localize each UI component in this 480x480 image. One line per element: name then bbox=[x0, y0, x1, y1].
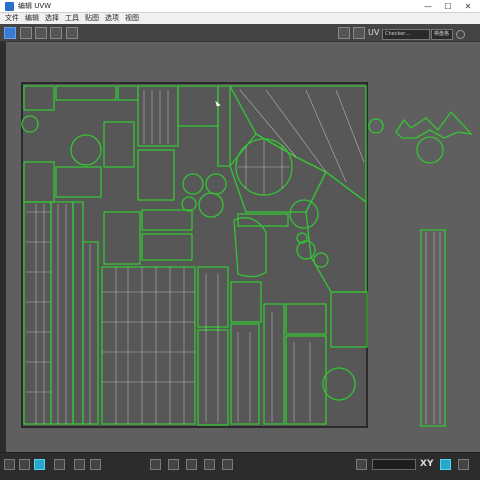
bottom-toolbar: XY bbox=[0, 452, 480, 480]
map-select-dropdown[interactable]: 棋盘格 bbox=[431, 29, 453, 40]
menu-tools[interactable]: 工具 bbox=[65, 13, 79, 24]
uv-channel-label: UV bbox=[368, 28, 380, 37]
element-mode-icon[interactable] bbox=[54, 459, 65, 470]
snap-grid-icon[interactable] bbox=[338, 27, 350, 39]
vertex-mode-icon[interactable] bbox=[4, 459, 15, 470]
stitch-icon[interactable] bbox=[353, 27, 365, 39]
edge-mode-icon[interactable] bbox=[19, 459, 30, 470]
menu-mapping[interactable]: 贴图 bbox=[85, 13, 99, 24]
uv-shell-circle bbox=[416, 136, 444, 164]
move-tool-icon[interactable] bbox=[4, 27, 16, 39]
menu-display[interactable]: 视图 bbox=[125, 13, 139, 24]
close-button[interactable]: ✕ bbox=[458, 0, 478, 13]
freeform-tool-icon[interactable] bbox=[50, 27, 62, 39]
soft-select-icon[interactable] bbox=[204, 459, 215, 470]
app-icon bbox=[5, 2, 14, 11]
shrink-selection-icon[interactable] bbox=[90, 459, 101, 470]
uv-shell bbox=[395, 110, 473, 139]
uv-layout-canvas[interactable] bbox=[6, 42, 480, 452]
paint-select-icon[interactable] bbox=[186, 459, 197, 470]
lock-selection-icon[interactable] bbox=[458, 459, 469, 470]
grow-selection-icon[interactable] bbox=[74, 459, 85, 470]
menu-select[interactable]: 选择 bbox=[45, 13, 59, 24]
ring-select-icon[interactable] bbox=[168, 459, 179, 470]
face-mode-icon[interactable] bbox=[34, 459, 45, 470]
menu-bar: 文件 编辑 选择 工具 贴图 选项 视图 bbox=[0, 13, 480, 24]
maximize-button[interactable]: ☐ bbox=[438, 0, 458, 13]
rotate-90-icon[interactable] bbox=[222, 459, 233, 470]
uv-shell-circle bbox=[368, 118, 384, 134]
absolute-mode-icon[interactable] bbox=[440, 459, 451, 470]
uv-viewport[interactable] bbox=[6, 42, 480, 452]
rotate-tool-icon[interactable] bbox=[20, 27, 32, 39]
title-bar: 编辑 UVW — ☐ ✕ bbox=[0, 0, 480, 13]
menu-file[interactable]: 文件 bbox=[5, 13, 19, 24]
xy-axis-label[interactable]: XY bbox=[420, 459, 433, 469]
coordinate-field[interactable] bbox=[372, 459, 416, 470]
pin-icon[interactable] bbox=[456, 30, 465, 39]
checker-map-dropdown[interactable]: Checker… bbox=[382, 29, 430, 40]
minimize-button[interactable]: — bbox=[418, 0, 438, 13]
mirror-tool-icon[interactable] bbox=[66, 27, 78, 39]
uv-shell bbox=[420, 229, 446, 427]
scale-tool-icon[interactable] bbox=[35, 27, 47, 39]
loop-select-icon[interactable] bbox=[150, 459, 161, 470]
window-title: 编辑 UVW bbox=[18, 2, 52, 10]
world-axis-icon[interactable] bbox=[356, 459, 367, 470]
uv-editor-window: 编辑 UVW — ☐ ✕ 文件 编辑 选择 工具 贴图 选项 视图 UV Che… bbox=[0, 0, 480, 480]
menu-edit[interactable]: 编辑 bbox=[25, 13, 39, 24]
menu-options[interactable]: 选项 bbox=[105, 13, 119, 24]
